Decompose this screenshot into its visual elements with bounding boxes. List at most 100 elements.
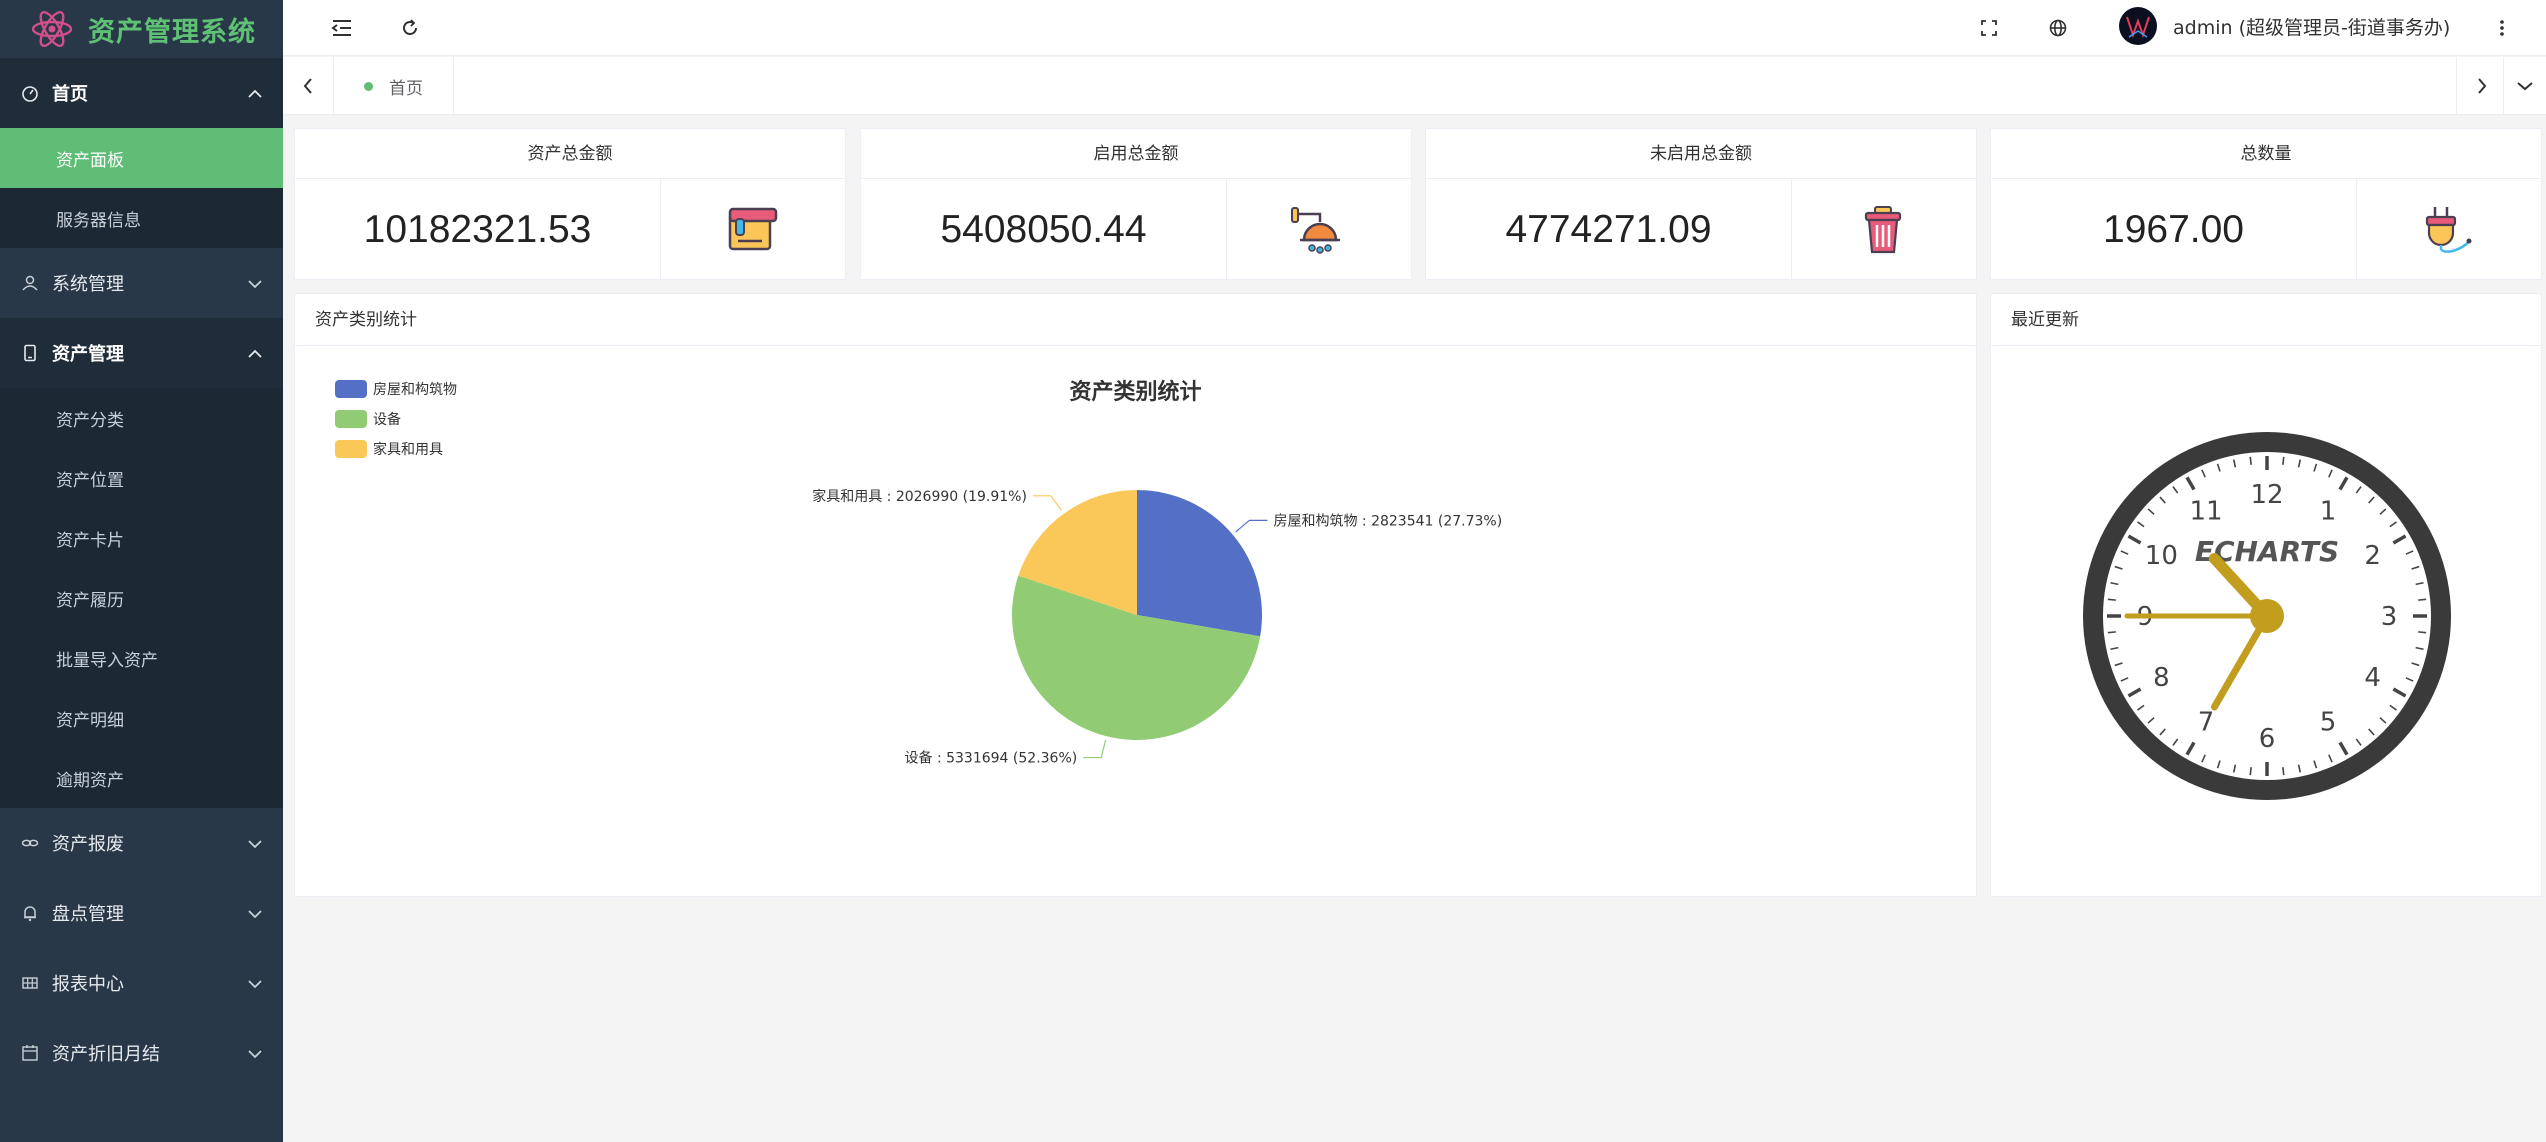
lamp-icon (1225, 179, 1411, 280)
stat-card-enabled-amount: 启用总金额 5408050.44 (860, 128, 1412, 280)
menu-inventory[interactable]: 盘点管理 (0, 878, 283, 948)
menu-home-label: 首页 (52, 84, 88, 105)
stat-card-total-quantity: 总数量 1967.00 (1990, 128, 2542, 280)
clock-number: 1 (2320, 496, 2337, 526)
sidebar-item-label: 资产履历 (56, 590, 124, 611)
menu-scrap-label: 资产报废 (52, 834, 124, 855)
pie-data-label: 家具和用具 : 2026990 (19.91%) (812, 488, 1027, 505)
menu-report-label: 报表中心 (52, 974, 124, 995)
sidebar-item-batch-import[interactable]: 批量导入资产 (0, 628, 283, 688)
stat-title: 未启用总金额 (1426, 129, 1976, 179)
tabs-scroll-right-icon[interactable] (2456, 57, 2506, 115)
menu-system[interactable]: 系统管理 (0, 248, 283, 318)
stat-value: 4774271.09 (1426, 179, 1792, 280)
clock-number: 4 (2364, 663, 2381, 693)
sidebar-item-label: 资产面板 (56, 150, 124, 171)
chevron-down-icon (247, 1043, 263, 1064)
tab-home-label: 首页 (389, 78, 423, 99)
stat-title: 启用总金额 (861, 129, 1411, 179)
active-dot-icon (364, 81, 373, 91)
pie-data-label: 房屋和构筑物 : 2823541 (27.73%) (1273, 513, 1502, 529)
pie-slice[interactable] (1137, 490, 1263, 637)
pie-chart: 房屋和构筑物 : 2823541 (27.73%) 设备 : 5331694 (5… (812, 488, 1502, 767)
link-icon (20, 833, 40, 853)
dashboard-icon (20, 83, 40, 103)
sidebar-item-server-info[interactable]: 服务器信息 (0, 188, 283, 248)
stat-card-total-amount: 资产总金额 10182321.53 (294, 128, 846, 280)
sidebar-item-label: 逾期资产 (56, 770, 124, 791)
submenu-home: 资产面板 服务器信息 (0, 128, 283, 248)
bell-icon (20, 903, 40, 923)
menu-depreciation[interactable]: 资产折旧月结 (0, 1018, 283, 1088)
app-title: 资产管理系统 (88, 16, 256, 48)
sidebar-item-overdue-asset[interactable]: 逾期资产 (0, 748, 283, 808)
sidebar-item-asset-location[interactable]: 资产位置 (0, 448, 283, 508)
trash-can-icon (1790, 179, 1976, 280)
sidebar-item-label: 资产明细 (56, 710, 124, 731)
sidebar-item-asset-dashboard[interactable]: 资产面板 (0, 128, 283, 188)
sidebar-item-asset-detail[interactable]: 资产明细 (0, 688, 283, 748)
stat-value: 5408050.44 (861, 179, 1227, 280)
stat-title: 资产总金额 (295, 129, 845, 179)
menu-asset-label: 资产管理 (52, 344, 124, 365)
menu-report[interactable]: 报表中心 (0, 948, 283, 1018)
clock-tick (2107, 598, 2116, 601)
clock-number: 11 (2189, 496, 2222, 526)
language-globe-icon[interactable] (2044, 14, 2072, 42)
refresh-icon[interactable] (396, 14, 424, 42)
tabs-scroll-left-icon[interactable] (283, 57, 333, 115)
pie-label-line (1083, 739, 1107, 759)
user-name[interactable]: admin (超级管理员-街道事务办) (2173, 13, 2450, 40)
pie-label-line (1235, 519, 1268, 533)
avatar[interactable] (2119, 7, 2157, 45)
menu-system-label: 系统管理 (52, 274, 124, 295)
menu-inventory-label: 盘点管理 (52, 904, 124, 925)
mobile-icon (20, 343, 40, 363)
sidebar-item-asset-card[interactable]: 资产卡片 (0, 508, 283, 568)
more-vertical-icon[interactable] (2488, 14, 2516, 42)
top-bar: admin (超级管理员-街道事务办) (283, 0, 2546, 56)
collapse-menu-icon[interactable] (328, 14, 356, 42)
asset-category-panel: 资产类别统计 房屋和构筑物 设备 家具和用具 资产类别统计 房屋和构筑物 : 2… (294, 293, 1977, 897)
table-icon (20, 973, 40, 993)
clock-number: 3 (2381, 602, 2398, 632)
tabs-bar: 首页 (283, 57, 2546, 115)
recent-updates-panel: 最近更新 121234567891011ECHARTS (1990, 293, 2542, 897)
tab-home[interactable]: 首页 (333, 57, 454, 115)
clock-number: 2 (2364, 541, 2381, 571)
clock-tick (2282, 456, 2285, 465)
pie-data-label: 设备 : 5331694 (52.36%) (905, 750, 1078, 767)
pie-label-line (1032, 495, 1062, 511)
clock-number: 12 (2250, 480, 2283, 510)
menu-scrap[interactable]: 资产报废 (0, 808, 283, 878)
panel-title: 资产类别统计 (295, 294, 1976, 346)
sidebar-item-asset-category[interactable]: 资产分类 (0, 388, 283, 448)
clock-number: 6 (2259, 724, 2276, 754)
clock-tick (2249, 767, 2252, 776)
clock-tick (2418, 631, 2427, 634)
menu-asset[interactable]: 资产管理 (0, 318, 283, 388)
stat-value: 1967.00 (1991, 179, 2357, 280)
clock-tick (2418, 598, 2427, 601)
panel-title: 最近更新 (1991, 294, 2541, 346)
app-logo[interactable]: 资产管理系统 (0, 0, 283, 58)
clock-number: 5 (2320, 708, 2337, 738)
atom-logo-icon (31, 10, 73, 48)
clock-tick (2107, 631, 2116, 634)
submenu-asset: 资产分类 资产位置 资产卡片 资产履历 批量导入资产 资产明细 逾期资产 (0, 388, 283, 808)
clock-tick (2249, 456, 2252, 465)
stat-title: 总数量 (1991, 129, 2541, 179)
menu-home[interactable]: 首页 (0, 58, 283, 128)
sidebar-item-asset-history[interactable]: 资产履历 (0, 568, 283, 628)
sidebar-item-label: 资产卡片 (56, 530, 124, 551)
tabs-dropdown-icon[interactable] (2503, 57, 2546, 115)
user-icon (20, 273, 40, 293)
clock-number: 7 (2198, 708, 2215, 738)
chevron-down-icon (247, 273, 263, 294)
chevron-down-icon (247, 973, 263, 994)
fullscreen-icon[interactable] (1975, 14, 2003, 42)
menu-depreciation-label: 资产折旧月结 (52, 1044, 160, 1065)
stat-value: 10182321.53 (295, 179, 661, 280)
clock-tick (2282, 767, 2285, 776)
clock-widget: 121234567891011ECHARTS (2083, 432, 2451, 800)
